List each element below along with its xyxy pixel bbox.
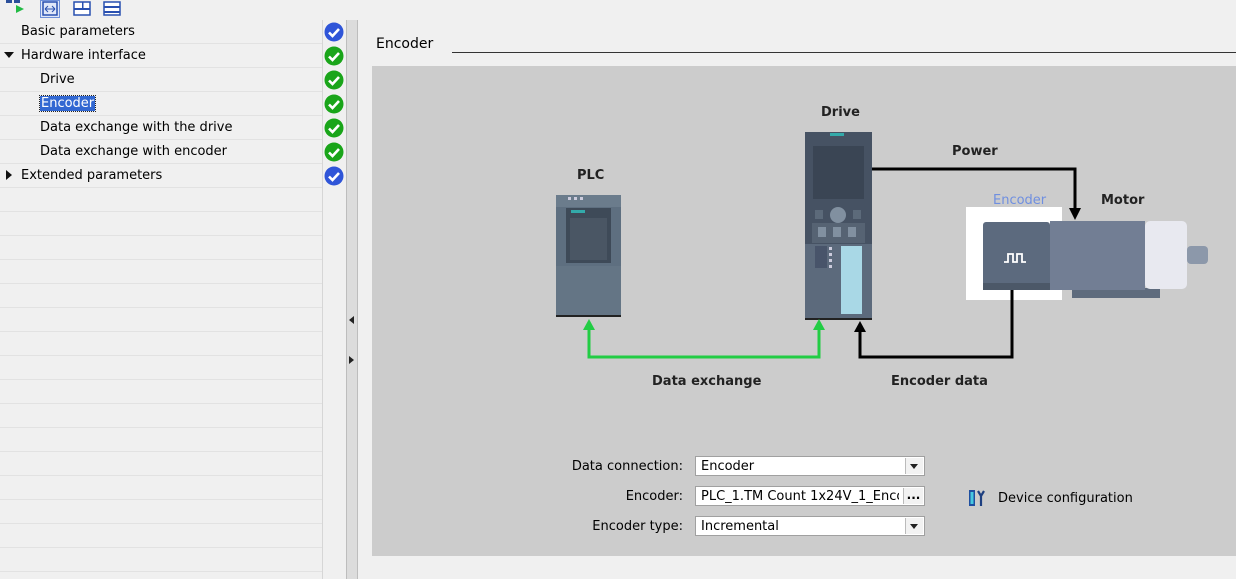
encoder-type-value: Incremental (701, 519, 779, 534)
encoder-field-label: Encoder: (625, 489, 683, 504)
encoder-data-arrow (854, 290, 1014, 359)
browse-button[interactable]: ... (903, 488, 923, 504)
device-configuration-link[interactable]: Device configuration (968, 488, 1133, 508)
encoder-motor (966, 207, 1208, 300)
drive-label: Drive (821, 105, 860, 120)
chevron-down-icon[interactable] (905, 518, 923, 534)
encoder-data-label: Encoder data (891, 374, 988, 389)
data-exchange-label: Data exchange (652, 374, 762, 389)
plc-label: PLC (577, 168, 605, 183)
encoder-input[interactable]: PLC_1.TM Count 1x24V_1_Encoder ... (695, 486, 925, 506)
device-configuration-label: Device configuration (998, 490, 1133, 506)
encoder-type-label: Encoder type: (592, 519, 683, 534)
data-connection-select[interactable]: Encoder (695, 456, 925, 476)
data-exchange-arrow (583, 319, 825, 359)
chevron-down-icon[interactable] (905, 458, 923, 474)
device-configuration-icon (969, 490, 985, 506)
motor-label: Motor (1101, 193, 1145, 208)
encoder-label: Encoder (993, 193, 1047, 208)
encoder-value: PLC_1.TM Count 1x24V_1_Encoder (701, 489, 899, 504)
data-connection-label: Data connection: (571, 459, 683, 474)
plc-device (556, 195, 621, 317)
drive-device (805, 132, 872, 320)
data-connection-value: Encoder (701, 459, 755, 474)
power-label: Power (952, 144, 998, 159)
encoder-type-select[interactable]: Incremental (695, 516, 925, 536)
